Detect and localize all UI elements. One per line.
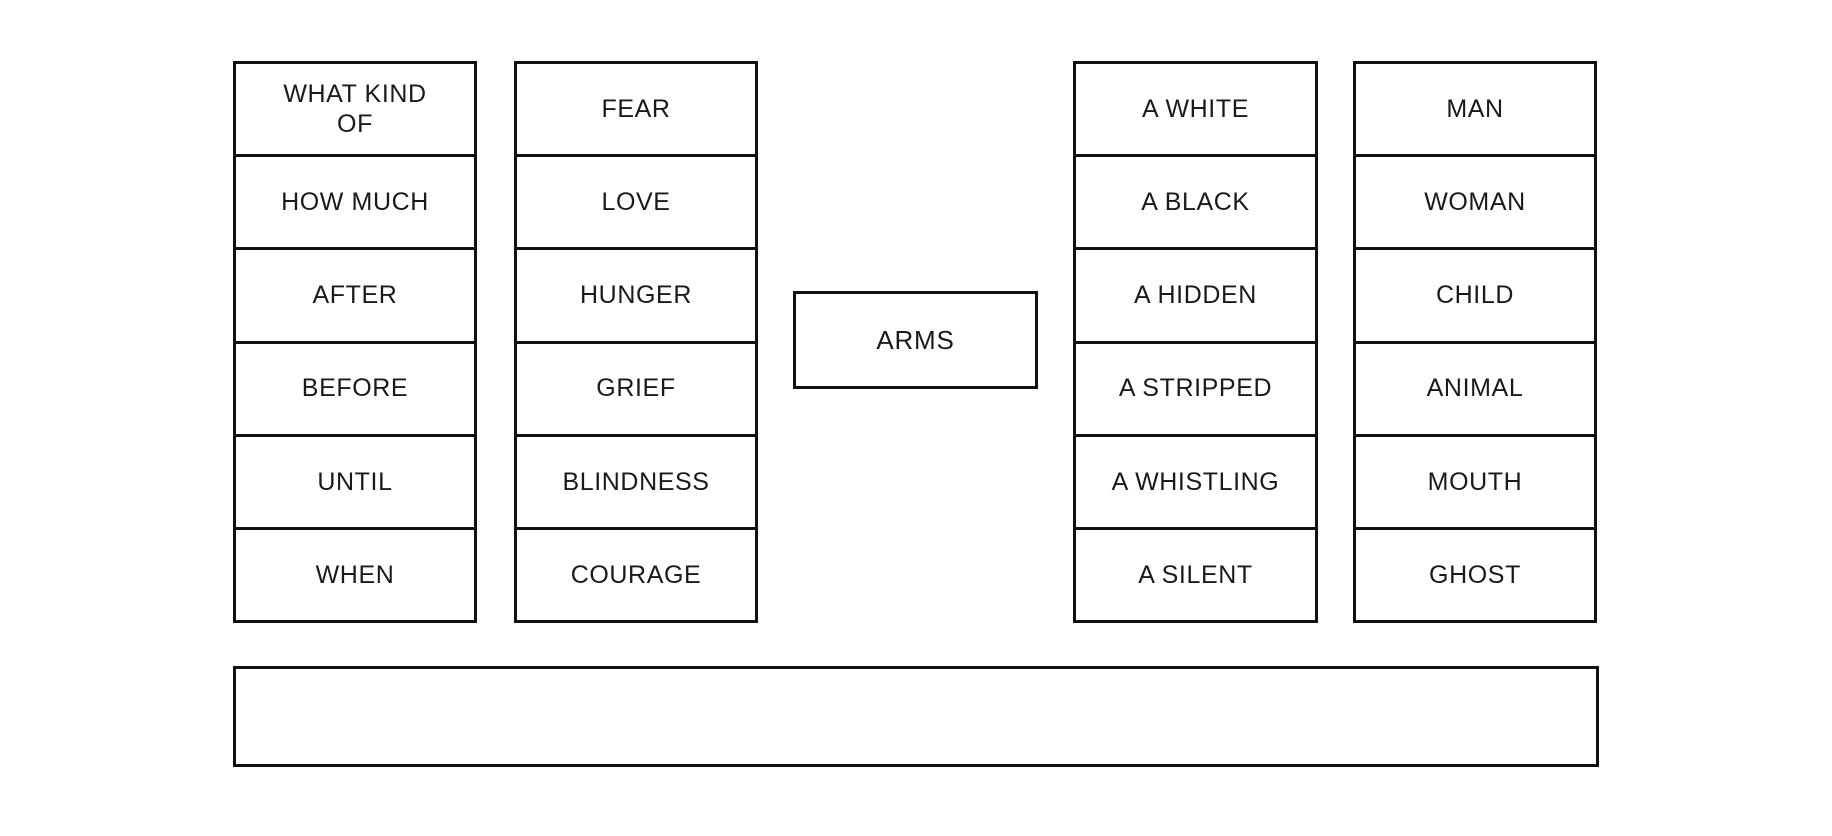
word-cell[interactable]: CHILD bbox=[1356, 250, 1594, 344]
word-cell[interactable]: LOVE bbox=[517, 157, 755, 251]
word-cell[interactable]: HOW MUCH bbox=[236, 157, 474, 251]
word-cell[interactable]: ANIMAL bbox=[1356, 344, 1594, 437]
word-column-3: A WHITE A BLACK A HIDDEN A STRIPPED A WH… bbox=[1073, 61, 1318, 623]
answer-box[interactable] bbox=[233, 666, 1599, 767]
word-column-4: MAN WOMAN CHILD ANIMAL MOUTH GHOST bbox=[1353, 61, 1597, 623]
word-cell[interactable]: AFTER bbox=[236, 250, 474, 344]
word-cell[interactable]: A WHISTLING bbox=[1076, 437, 1315, 530]
word-column-1: WHAT KIND OF HOW MUCH AFTER BEFORE UNTIL… bbox=[233, 61, 477, 623]
word-cell[interactable]: BEFORE bbox=[236, 344, 474, 437]
center-word-box[interactable]: ARMS bbox=[793, 291, 1038, 389]
word-cell[interactable]: UNTIL bbox=[236, 437, 474, 530]
word-grid-canvas: WHAT KIND OF HOW MUCH AFTER BEFORE UNTIL… bbox=[0, 0, 1832, 836]
word-cell[interactable]: GHOST bbox=[1356, 530, 1594, 620]
word-column-2: FEAR LOVE HUNGER GRIEF BLINDNESS COURAGE bbox=[514, 61, 758, 623]
word-cell[interactable]: A STRIPPED bbox=[1076, 344, 1315, 437]
word-cell[interactable]: A HIDDEN bbox=[1076, 250, 1315, 344]
word-cell[interactable]: HUNGER bbox=[517, 250, 755, 344]
word-cell[interactable]: WOMAN bbox=[1356, 157, 1594, 251]
word-cell[interactable]: MOUTH bbox=[1356, 437, 1594, 530]
word-cell[interactable]: COURAGE bbox=[517, 530, 755, 620]
word-cell[interactable]: BLINDNESS bbox=[517, 437, 755, 530]
word-cell[interactable]: MAN bbox=[1356, 64, 1594, 158]
word-cell[interactable]: WHEN bbox=[236, 530, 474, 620]
word-cell[interactable]: GRIEF bbox=[517, 344, 755, 437]
word-cell[interactable]: WHAT KIND OF bbox=[236, 64, 474, 158]
word-cell[interactable]: A SILENT bbox=[1076, 530, 1315, 620]
word-cell[interactable]: A BLACK bbox=[1076, 157, 1315, 251]
word-cell[interactable]: FEAR bbox=[517, 64, 755, 158]
center-word-label: ARMS bbox=[876, 324, 955, 355]
word-cell[interactable]: A WHITE bbox=[1076, 64, 1315, 158]
